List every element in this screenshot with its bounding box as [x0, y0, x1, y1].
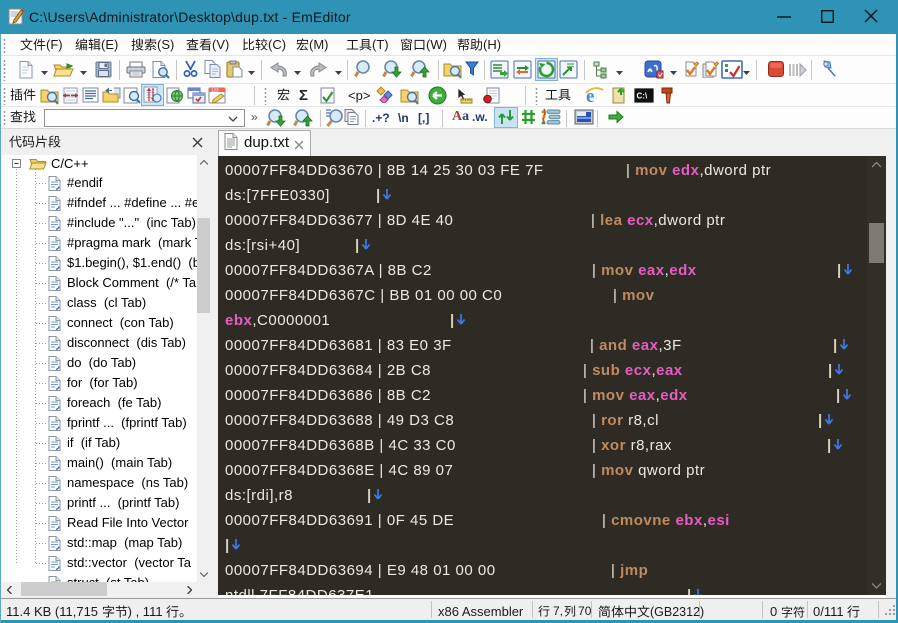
svg-text:123: 123	[211, 88, 219, 93]
svg-text:C:\: C:\	[637, 92, 648, 101]
